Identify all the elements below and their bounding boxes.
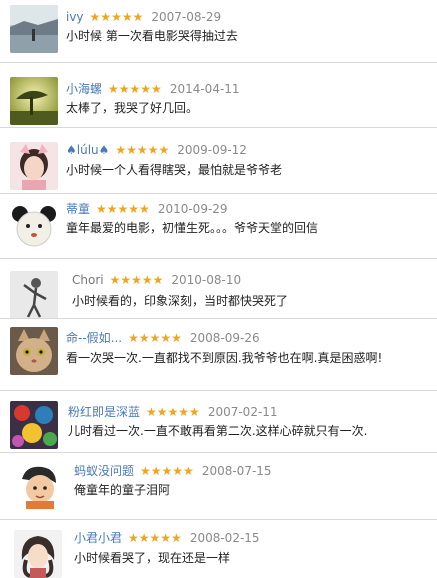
username-link[interactable]: 粉红即是深蓝 [68, 405, 140, 419]
review-item: 命--假如... ★★★★★ 2008-09-26 看一次哭一次.一直都找不到原因.… [0, 318, 437, 390]
review-item: 小君小君 ★★★★★ 2008-02-15 小时候看哭了，现在还是一样 [0, 519, 437, 578]
review-date: 2008-02-15 [189, 531, 260, 545]
review-item: 小海螺 ★★★★★ 2014-04-11 太棒了，我哭了好几回。 [0, 62, 437, 127]
panda-doll-avatar[interactable] [10, 202, 58, 250]
figure-avatar[interactable] [10, 271, 58, 319]
review-meta: ♠lúlu♠ ★★★★★ 2009-09-12 [66, 141, 247, 157]
cat-avatar[interactable] [10, 327, 58, 375]
review-meta: 命--假如... ★★★★★ 2008-09-26 [66, 329, 260, 345]
review-item: ivy ★★★★★ 2007-08-29 小时候 第一次看电影哭得抽过去 [0, 0, 437, 62]
rating-stars: ★★★★★ [115, 143, 170, 157]
review-text: 小时候看哭了，现在还是一样 [74, 551, 231, 565]
review-item: ♠lúlu♠ ★★★★★ 2009-09-12 小时候一个人看得瞎哭，最怕就是爷爷老 [0, 127, 437, 193]
tree-sunset-avatar[interactable] [10, 77, 58, 125]
review-meta: 小海螺 ★★★★★ 2014-04-11 [66, 80, 240, 96]
girl-drawing-avatar[interactable] [14, 530, 62, 578]
rating-stars: ★★★★★ [146, 405, 200, 419]
username-link[interactable]: Chori [72, 273, 104, 287]
review-text: 俺童年的童子泪阿 [74, 483, 171, 497]
rating-stars: ★★★★★ [108, 82, 162, 96]
username-link[interactable]: 小海螺 [66, 82, 102, 96]
review-text: 童年最爱的电影，初懂生死。。。爷爷天堂的回信 [66, 221, 319, 235]
review-date: 2008-09-26 [189, 331, 260, 345]
review-item: 蚂蚁没问题 ★★★★★ 2008-07-15 俺童年的童子泪阿 [0, 452, 437, 519]
girl-avatar[interactable] [10, 142, 58, 190]
review-date: 2010-08-10 [171, 273, 242, 287]
rating-stars: ★★★★★ [96, 202, 150, 216]
review-meta: 蚂蚁没问题 ★★★★★ 2008-07-15 [74, 462, 272, 478]
cartoon-boy-avatar[interactable] [16, 461, 64, 509]
review-list: ivy ★★★★★ 2007-08-29 小时候 第一次看电影哭得抽过去 小海螺 ★★… [0, 0, 437, 578]
username-link[interactable]: ivy [66, 10, 84, 24]
review-text: 小时候一个人看得瞎哭，最怕就是爷爷老 [66, 163, 283, 177]
review-meta: 粉红即是深蓝 ★★★★★ 2007-02-11 [68, 403, 278, 419]
username-link[interactable]: 命--假如... [66, 331, 122, 345]
rating-stars: ★★★★★ [109, 273, 164, 287]
review-meta: 小君小君 ★★★★★ 2008-02-15 [74, 529, 260, 545]
review-date: 2008-07-15 [201, 464, 272, 478]
username-link[interactable]: 小君小君 [74, 531, 122, 545]
review-meta: Chori ★★★★★ 2010-08-10 [72, 271, 241, 287]
review-text: 看一次哭一次.一直都找不到原因.我爷爷也在啊.真是困惑啊! [66, 351, 383, 365]
rating-stars: ★★★★★ [89, 10, 144, 24]
review-text: 太棒了，我哭了好几回。 [66, 101, 199, 115]
review-text: 小时候看的，印象深刻，当时都快哭死了 [72, 294, 289, 308]
rating-stars: ★★★★★ [140, 464, 194, 478]
review-meta: ivy ★★★★★ 2007-08-29 [66, 8, 221, 24]
username-link[interactable]: 蚂蚁没问题 [74, 464, 134, 478]
username-link[interactable]: 蒂童 [66, 202, 90, 216]
review-item: Chori ★★★★★ 2010-08-10 小时候看的，印象深刻，当时都快哭死了 [0, 258, 437, 319]
review-text: 小时候 第一次看电影哭得抽过去 [66, 29, 238, 43]
review-item: 粉红即是深蓝 ★★★★★ 2007-02-11 儿时看过一次.一直不敢再看第二次.这… [0, 390, 437, 452]
username-link[interactable]: ♠lúlu♠ [66, 143, 109, 157]
review-date: 2009-09-12 [177, 143, 247, 157]
rating-stars: ★★★★★ [128, 531, 182, 545]
review-date: 2007-02-11 [207, 405, 278, 419]
review-meta: 蒂童 ★★★★★ 2010-09-29 [66, 200, 228, 216]
review-item: 蒂童 ★★★★★ 2010-09-29 童年最爱的电影，初懂生死。。。爷爷天堂的回信 [0, 193, 437, 258]
review-date: 2007-08-29 [151, 10, 222, 24]
review-date: 2014-04-11 [169, 82, 240, 96]
landscape-avatar[interactable] [10, 5, 58, 53]
rating-stars: ★★★★★ [128, 331, 182, 345]
colorful-avatar[interactable] [10, 401, 58, 449]
review-text: 儿时看过一次.一直不敢再看第二次.这样心碎就只有一次. [68, 424, 368, 438]
review-date: 2010-09-29 [157, 202, 228, 216]
